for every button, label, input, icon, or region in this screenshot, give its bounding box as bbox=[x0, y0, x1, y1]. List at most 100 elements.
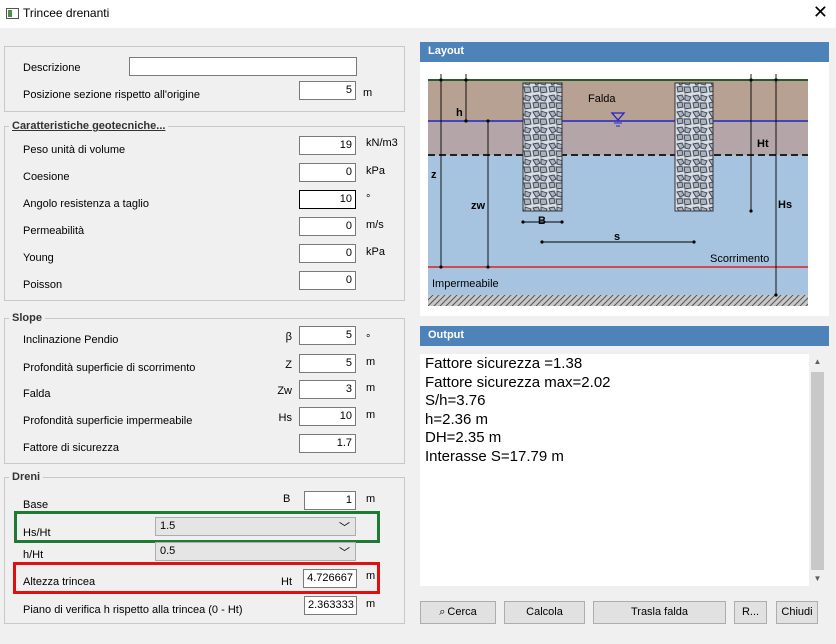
impermeable-hatch bbox=[428, 295, 808, 306]
label-h: h bbox=[456, 107, 463, 119]
close-button[interactable]: ✕ bbox=[813, 3, 828, 21]
geotech-field[interactable]: 0 bbox=[299, 271, 356, 290]
piano-label: Piano di verifica h rispetto alla trince… bbox=[23, 604, 243, 616]
geotech-unit: kPa bbox=[366, 246, 385, 258]
slope-unit: m bbox=[366, 382, 376, 394]
base-unit: m bbox=[366, 493, 376, 505]
geotech-field[interactable]: 10 bbox=[299, 190, 356, 209]
calcola-button[interactable]: Calcola bbox=[504, 601, 585, 624]
geotech-field[interactable]: 0 bbox=[299, 163, 356, 182]
slope-label: Inclinazione Pendio bbox=[23, 334, 119, 346]
piano-field[interactable]: 2.363333 bbox=[304, 596, 357, 615]
slope-symbol: β bbox=[285, 331, 292, 343]
slope-label: Falda bbox=[23, 388, 51, 400]
descrizione-label: Descrizione bbox=[23, 62, 81, 74]
scroll-down-icon[interactable]: ▼ bbox=[809, 574, 826, 583]
geotech-unit: kPa bbox=[366, 165, 385, 177]
slope-legend: Slope bbox=[12, 312, 42, 324]
output-line: Fattore sicurezza =1.38 bbox=[425, 355, 583, 372]
label-s: s bbox=[614, 231, 620, 243]
geotech-field[interactable]: 0 bbox=[299, 244, 356, 263]
slope-field[interactable]: 5 bbox=[299, 354, 356, 373]
label-ht: Ht bbox=[757, 138, 769, 150]
app-icon bbox=[6, 8, 19, 19]
output-line: DH=2.35 m bbox=[425, 429, 502, 446]
hht-label: h/Ht bbox=[23, 549, 44, 561]
piano-unit: m bbox=[366, 598, 376, 610]
altezza-field[interactable]: 4.726667 bbox=[303, 569, 357, 588]
altezza-unit: m bbox=[366, 570, 376, 582]
geotech-label: Young bbox=[23, 252, 54, 264]
slope-unit: ° bbox=[366, 333, 371, 345]
r-button[interactable]: R... bbox=[734, 601, 767, 624]
slope-field[interactable]: 5 bbox=[299, 326, 356, 345]
label-b: B bbox=[538, 215, 546, 227]
slope-field[interactable]: 1.7 bbox=[299, 434, 356, 453]
slope-field[interactable]: 10 bbox=[299, 407, 356, 426]
window-title: Trincee drenanti bbox=[23, 6, 110, 20]
chevron-down-icon: ﹀ bbox=[339, 522, 350, 534]
geotech-label: Coesione bbox=[23, 171, 70, 183]
label-impermeabile: Impermeabile bbox=[432, 278, 499, 290]
posizione-field[interactable]: 5 bbox=[299, 81, 356, 100]
chiudi-button[interactable]: Chiudi bbox=[776, 601, 818, 624]
base-field[interactable]: 1 bbox=[304, 491, 356, 510]
geotech-label: Angolo resistenza a taglio bbox=[23, 198, 149, 210]
output-header: Output bbox=[420, 326, 829, 346]
base-symbol: B bbox=[283, 493, 291, 505]
scroll-up-icon[interactable]: ▲ bbox=[809, 357, 826, 366]
hht-value: 0.5 bbox=[160, 545, 176, 557]
geotech-label: Poisson bbox=[23, 279, 63, 291]
label-zw: zw bbox=[471, 200, 486, 212]
output-line: Fattore sicurezza max=2.02 bbox=[425, 373, 611, 391]
output-line: S/h=3.76 bbox=[425, 392, 486, 409]
geotech-label: Permeabilità bbox=[23, 225, 85, 237]
slope-label: Fattore di sicurezza bbox=[23, 442, 119, 454]
search-icon: ⌕ bbox=[439, 606, 446, 618]
slope-symbol: Zw bbox=[277, 385, 292, 397]
posizione-label: Posizione sezione rispetto all'origine bbox=[23, 89, 200, 101]
label-falda: Falda bbox=[588, 93, 616, 105]
cerca-button[interactable]: ⌕ Cerca bbox=[420, 601, 496, 624]
geotech-unit: ° bbox=[366, 193, 371, 205]
trench-right bbox=[674, 82, 714, 212]
title-bar: Trincee drenanti ✕ bbox=[0, 0, 836, 28]
geotech-field[interactable]: 19 bbox=[299, 136, 356, 155]
layout-diagram: Falda h Ht z zw Hs B s Scorrimento Imper… bbox=[420, 62, 829, 316]
output-scrollbar[interactable]: ▲ ▼ bbox=[809, 354, 826, 586]
dreni-legend: Dreni bbox=[12, 471, 41, 483]
scroll-thumb[interactable] bbox=[811, 372, 824, 570]
trasla-falda-button[interactable]: Trasla falda bbox=[593, 601, 726, 624]
altezza-symbol: Ht bbox=[281, 576, 292, 588]
geotech-unit: m/s bbox=[366, 219, 384, 231]
hsht-select[interactable]: 1.5 ﹀ bbox=[155, 517, 356, 536]
geotech-label: Peso unità di volume bbox=[23, 144, 126, 156]
output-line: h=2.36 m bbox=[425, 410, 488, 428]
slope-field[interactable]: 3 bbox=[299, 380, 356, 399]
layout-header: Layout bbox=[420, 42, 829, 62]
geotech-field[interactable]: 0 bbox=[299, 217, 356, 236]
base-label: Base bbox=[23, 499, 49, 511]
output-textarea[interactable]: Fattore sicurezza =1.38 Fattore sicurezz… bbox=[420, 354, 809, 586]
geotech-unit: kN/m3 bbox=[366, 137, 398, 149]
hsht-value: 1.5 bbox=[160, 520, 176, 532]
altezza-label: Altezza trincea bbox=[23, 576, 96, 588]
chevron-down-icon: ﹀ bbox=[339, 547, 350, 559]
output-line: Interasse S=17.79 m bbox=[425, 447, 564, 465]
label-scorrimento: Scorrimento bbox=[710, 253, 769, 265]
slope-unit: m bbox=[366, 409, 376, 421]
descrizione-field[interactable] bbox=[129, 57, 357, 76]
slope-label: Profondità superficie di scorrimento bbox=[23, 362, 196, 374]
hht-select[interactable]: 0.5 ﹀ bbox=[155, 542, 356, 561]
label-hs: Hs bbox=[778, 199, 792, 211]
general-group bbox=[4, 46, 405, 112]
trench-left bbox=[522, 82, 563, 212]
slope-unit: m bbox=[366, 356, 376, 368]
slope-label: Profondità superficie impermeabile bbox=[23, 415, 193, 427]
geotech-legend: Caratteristiche geotecniche... bbox=[12, 120, 166, 132]
slope-symbol: Z bbox=[285, 359, 292, 371]
trench-diagram: Falda h Ht z zw Hs B s Scorrimento Imper… bbox=[428, 74, 808, 306]
slope-symbol: Hs bbox=[278, 412, 292, 424]
hsht-label: Hs/Ht bbox=[23, 527, 51, 539]
posizione-unit: m bbox=[363, 87, 373, 99]
